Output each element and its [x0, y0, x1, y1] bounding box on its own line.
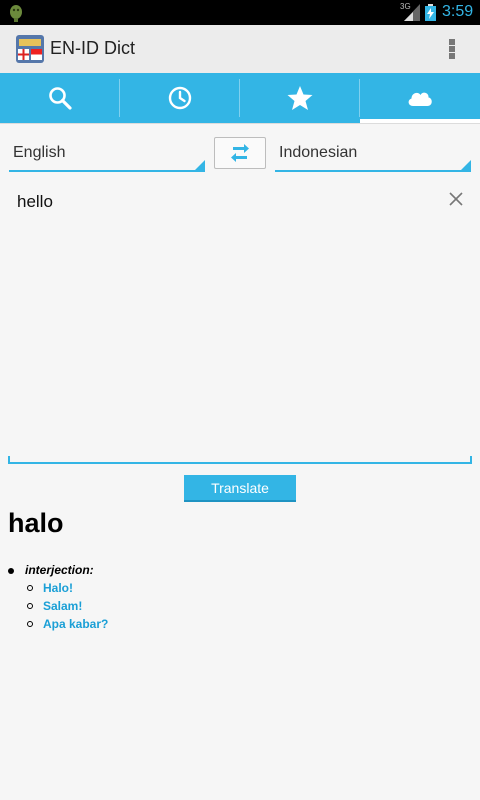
- translate-button[interactable]: Translate: [184, 475, 296, 502]
- input-underline-edge: [8, 456, 10, 462]
- part-of-speech-label: interjection:: [25, 563, 94, 577]
- bullet: [8, 568, 14, 574]
- tab-history[interactable]: [120, 73, 240, 123]
- overflow-menu-icon[interactable]: [444, 37, 460, 61]
- status-clock: 3:59: [442, 3, 474, 20]
- signal-icon: [404, 4, 420, 21]
- translation-link[interactable]: Salam!: [43, 599, 82, 613]
- android-notification-icon: [10, 5, 22, 22]
- tab-search[interactable]: [0, 73, 120, 123]
- tab-bar-bottom-border: [0, 123, 480, 124]
- target-language-spinner[interactable]: Indonesian: [275, 138, 471, 172]
- target-language-label: Indonesian: [279, 144, 358, 161]
- status-bar: 3G 3:59: [0, 0, 480, 25]
- clear-text-icon[interactable]: [448, 191, 464, 207]
- app-logo-icon: [16, 35, 44, 63]
- source-language-spinner[interactable]: English: [9, 138, 205, 172]
- tab-online-translate[interactable]: [360, 73, 480, 123]
- source-text-input[interactable]: hello: [8, 182, 472, 464]
- translation-link[interactable]: Apa kabar?: [43, 617, 108, 631]
- translation-link[interactable]: Halo!: [43, 581, 73, 595]
- search-icon: [49, 87, 72, 110]
- dropdown-corner-icon: [461, 160, 471, 170]
- sub-bullet: [27, 603, 33, 609]
- swap-arrows-icon: [231, 144, 249, 162]
- tab-favorites[interactable]: [240, 73, 360, 123]
- favorites-star-icon: [287, 86, 313, 110]
- app-title: EN-ID Dict: [50, 38, 135, 58]
- cloud-icon: [408, 92, 432, 106]
- action-bar: EN-ID Dict: [0, 25, 480, 73]
- result-headword: halo: [8, 508, 64, 538]
- source-language-label: English: [13, 144, 66, 161]
- tab-bar: [0, 73, 480, 123]
- history-clock-icon: [168, 86, 192, 110]
- source-text-value[interactable]: hello: [17, 192, 53, 212]
- input-underline-edge: [470, 456, 472, 462]
- sub-bullet: [27, 621, 33, 627]
- sub-bullet: [27, 585, 33, 591]
- dropdown-corner-icon: [195, 160, 205, 170]
- swap-languages-button[interactable]: [214, 137, 266, 169]
- battery-charging-icon: [425, 4, 436, 21]
